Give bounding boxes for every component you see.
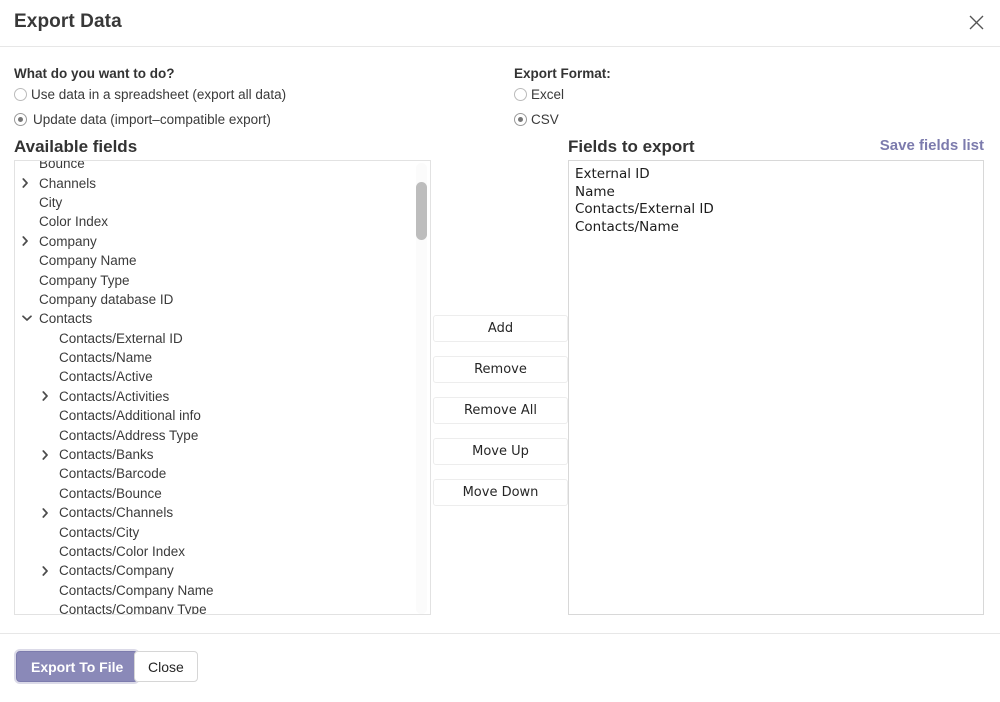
radio-mark-spreadsheet[interactable] bbox=[14, 88, 27, 101]
remove-all-button[interactable]: Remove All bbox=[433, 397, 568, 424]
available-field-item[interactable]: Contacts/Active bbox=[15, 367, 415, 386]
available-field-item[interactable]: Company bbox=[15, 232, 415, 251]
move-up-button[interactable]: Move Up bbox=[433, 438, 568, 465]
available-field-item[interactable]: Company database ID bbox=[15, 290, 415, 309]
available-field-item[interactable]: Contacts/City bbox=[15, 522, 415, 541]
available-field-label: Channels bbox=[39, 175, 97, 191]
fields-to-export-listbox[interactable]: External ID Name Contacts/External ID Conta… bbox=[568, 160, 984, 615]
available-field-item[interactable]: Contacts/Banks bbox=[15, 445, 415, 464]
radio-label-update-data: Update data (import–compatible export) bbox=[33, 112, 271, 127]
available-field-item[interactable]: City bbox=[15, 193, 415, 212]
close-icon[interactable] bbox=[963, 9, 989, 35]
radio-label-excel: Excel bbox=[531, 87, 565, 102]
available-field-label: Color Index bbox=[39, 214, 109, 230]
available-field-item[interactable]: Bounce bbox=[15, 160, 415, 173]
export-format-label: Export Format: bbox=[514, 66, 611, 81]
dialog-footer: Export To File Close bbox=[0, 633, 1000, 702]
dialog-title: Export Data bbox=[14, 11, 122, 32]
available-field-label: Contacts/Barcode bbox=[59, 466, 167, 482]
close-button[interactable]: Close bbox=[134, 651, 198, 682]
available-field-label: Contacts/City bbox=[59, 524, 140, 540]
available-field-item[interactable]: Contacts/Bounce bbox=[15, 484, 415, 503]
available-fields-scrollbar-thumb[interactable] bbox=[416, 182, 427, 240]
available-field-item[interactable]: Color Index bbox=[15, 212, 415, 231]
available-field-label: Bounce bbox=[39, 160, 85, 172]
radio-mark-excel[interactable] bbox=[514, 88, 527, 101]
chevron-right-icon[interactable] bbox=[22, 178, 36, 188]
export-format-group: Export Format: Excel CSV bbox=[514, 47, 994, 132]
available-field-item[interactable]: Contacts/Channels bbox=[15, 503, 415, 522]
close-glyph bbox=[969, 15, 983, 29]
move-down-button[interactable]: Move Down bbox=[433, 479, 568, 506]
available-fields-heading-row: Available fields bbox=[14, 137, 431, 157]
available-fields-listbox[interactable]: Bounce Channels City Color Index Company Comp… bbox=[14, 160, 431, 615]
available-field-item[interactable]: Contacts/Company Type bbox=[15, 600, 415, 615]
radio-mark-csv[interactable] bbox=[514, 113, 527, 126]
export-field-item[interactable]: Contacts/External ID bbox=[575, 201, 977, 219]
available-field-label: Contacts/Company bbox=[59, 563, 174, 579]
available-field-label: Contacts/Channels bbox=[59, 505, 174, 521]
available-field-label: Company database ID bbox=[39, 291, 174, 307]
what-to-do-group: What do you want to do? Use data in a sp… bbox=[14, 47, 504, 132]
radio-use-data-spreadsheet[interactable]: Use data in a spreadsheet (export all da… bbox=[14, 82, 504, 107]
available-field-label: Contacts/Bounce bbox=[59, 485, 162, 501]
available-field-label: Company Type bbox=[39, 272, 130, 288]
available-field-item[interactable]: Contacts/Barcode bbox=[15, 464, 415, 483]
export-field-item[interactable]: Contacts/Name bbox=[575, 219, 977, 237]
available-field-item[interactable]: Channels bbox=[15, 173, 415, 192]
transfer-buttons: Add Remove Remove All Move Up Move Down bbox=[433, 315, 568, 520]
available-field-item[interactable]: Contacts/Company bbox=[15, 561, 415, 580]
radio-update-data[interactable]: Update data (import–compatible export) bbox=[14, 107, 504, 132]
available-fields-heading: Available fields bbox=[14, 137, 138, 156]
available-field-label: Contacts bbox=[39, 311, 93, 327]
chevron-right-icon[interactable] bbox=[42, 449, 56, 460]
available-field-label: Contacts/Banks bbox=[59, 447, 154, 463]
chevron-right-icon[interactable] bbox=[42, 507, 56, 518]
radio-format-csv[interactable]: CSV bbox=[514, 107, 994, 132]
dialog-body: What do you want to do? Use data in a sp… bbox=[0, 47, 1000, 633]
export-field-item[interactable]: Name bbox=[575, 184, 977, 202]
available-field-label: Contacts/Company Name bbox=[59, 582, 214, 598]
available-field-label: Company Name bbox=[39, 253, 137, 269]
available-field-item[interactable]: Contacts/Address Type bbox=[15, 425, 415, 444]
available-field-item[interactable]: Contacts/Activities bbox=[15, 387, 415, 406]
available-field-item[interactable]: Company Name bbox=[15, 251, 415, 270]
available-field-item[interactable]: Contacts/Company Name bbox=[15, 581, 415, 600]
available-field-label: Contacts/Active bbox=[59, 369, 153, 385]
available-field-label: Company bbox=[39, 233, 97, 249]
export-field-item[interactable]: External ID bbox=[575, 166, 977, 184]
available-field-label: Contacts/Color Index bbox=[59, 544, 186, 559]
available-field-label: Contacts/External ID bbox=[59, 330, 183, 346]
radio-mark-update-data[interactable] bbox=[14, 113, 27, 126]
radio-label-spreadsheet: Use data in a spreadsheet (export all da… bbox=[31, 87, 287, 102]
available-field-label: Contacts/Address Type bbox=[59, 427, 199, 443]
remove-button[interactable]: Remove bbox=[433, 356, 568, 383]
available-field-item[interactable]: Contacts bbox=[15, 309, 415, 328]
available-field-label: Contacts/Activities bbox=[59, 388, 170, 404]
available-fields-list: Bounce Channels City Color Index Company Comp… bbox=[15, 160, 415, 615]
available-field-label: Contacts/Name bbox=[59, 350, 153, 366]
available-field-item[interactable]: Contacts/External ID bbox=[15, 329, 415, 348]
available-field-label: City bbox=[39, 194, 63, 210]
chevron-right-icon[interactable] bbox=[22, 236, 36, 247]
export-to-file-button[interactable]: Export To File bbox=[16, 651, 139, 682]
available-field-item[interactable]: Contacts/Name bbox=[15, 348, 415, 367]
chevron-right-icon[interactable] bbox=[42, 391, 56, 402]
available-field-item[interactable]: Contacts/Color Index bbox=[15, 542, 415, 561]
radio-label-csv: CSV bbox=[531, 112, 559, 127]
dialog-header: Export Data bbox=[0, 0, 1000, 47]
available-field-label: Contacts/Company Type bbox=[59, 602, 207, 615]
add-button[interactable]: Add bbox=[433, 315, 568, 342]
save-fields-list-link[interactable]: Save fields list bbox=[880, 137, 984, 154]
what-to-do-label: What do you want to do? bbox=[14, 66, 175, 81]
fields-to-export-heading: Fields to export bbox=[568, 137, 695, 156]
radio-format-excel[interactable]: Excel bbox=[514, 82, 994, 107]
chevron-right-icon[interactable] bbox=[42, 566, 56, 576]
fields-to-export-heading-row: Fields to export Save fields list bbox=[568, 137, 984, 157]
chevron-down-icon[interactable] bbox=[22, 315, 36, 322]
available-field-item[interactable]: Contacts/Additional info bbox=[15, 406, 415, 425]
available-field-item[interactable]: Company Type bbox=[15, 270, 415, 289]
available-field-label: Contacts/Additional info bbox=[59, 408, 201, 424]
